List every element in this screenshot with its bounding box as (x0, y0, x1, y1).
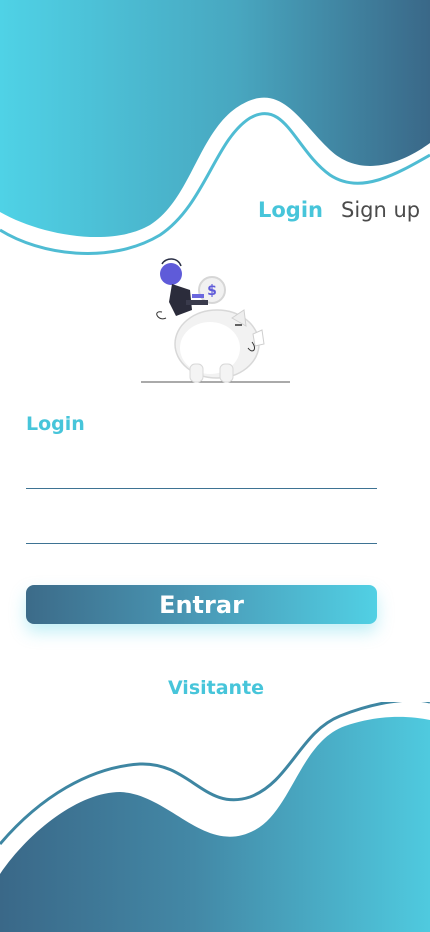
dollar-sign-icon: $ (207, 283, 217, 299)
tab-signup[interactable]: Sign up (341, 198, 420, 222)
bottom-wave-decoration (0, 702, 430, 932)
form-title: Login (26, 413, 85, 435)
login-password-input[interactable] (26, 507, 377, 544)
tab-login[interactable]: Login (258, 198, 323, 222)
visitor-link[interactable]: Visitante (1, 677, 430, 699)
top-wave-decoration (0, 0, 430, 255)
piggy-bank-illustration: $ (141, 258, 290, 383)
auth-tabs: Login Sign up (258, 198, 420, 222)
login-username-input[interactable] (26, 452, 377, 489)
enter-button[interactable]: Entrar (26, 585, 377, 624)
